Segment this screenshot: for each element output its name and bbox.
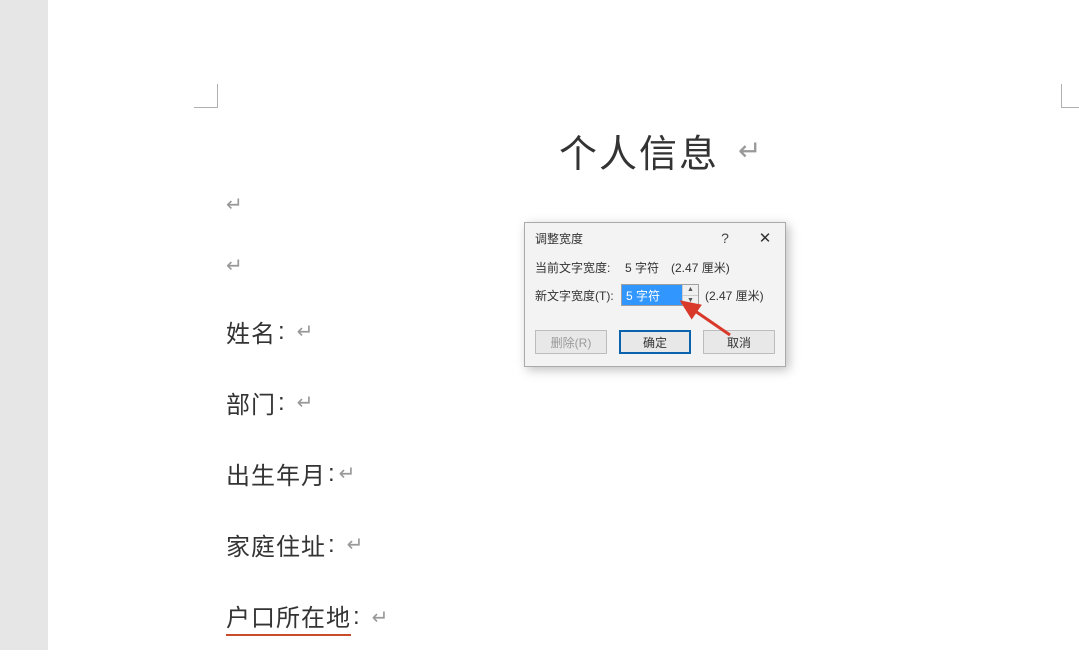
close-icon[interactable]: ✕	[745, 229, 785, 247]
new-width-cm: (2.47 厘米)	[705, 287, 764, 304]
new-width-input[interactable]	[622, 285, 682, 305]
field-label: 家庭住址	[226, 527, 326, 562]
field-line[interactable]: 出生年月:↵	[226, 456, 388, 491]
return-mark-icon: ↵	[297, 390, 314, 415]
return-mark-icon: ↵	[372, 605, 389, 630]
dialog-titlebar[interactable]: 调整宽度 ? ✕	[525, 223, 785, 253]
colon: :	[353, 603, 360, 631]
return-mark-icon: ↵	[297, 319, 314, 344]
help-icon[interactable]: ?	[705, 230, 745, 246]
return-mark-icon: ↵	[339, 461, 356, 486]
colon: :	[328, 531, 335, 559]
dialog-title: 调整宽度	[535, 230, 705, 247]
field-label-underlined: 户口所在地	[226, 598, 351, 636]
page-corner-mark-right	[1061, 84, 1079, 108]
empty-line: ↵	[226, 192, 388, 217]
new-width-label: 新文字宽度(T):	[535, 287, 619, 304]
current-width-row: 当前文字宽度: 5 字符 (2.47 厘米)	[535, 259, 775, 276]
return-mark-icon: ↵	[347, 532, 364, 557]
field-line[interactable]: 户口所在地: ↵	[226, 598, 388, 636]
dialog-buttons: 删除(R) 确定 取消	[525, 326, 785, 366]
colon: :	[328, 460, 335, 488]
return-mark-icon: ↵	[226, 192, 243, 217]
field-label: 部门	[226, 385, 276, 420]
dialog-body: 当前文字宽度: 5 字符 (2.47 厘米) 新文字宽度(T): ▲ ▼ (2.…	[525, 253, 785, 326]
delete-button: 删除(R)	[535, 330, 607, 354]
page-title: 个人信息	[559, 123, 719, 178]
left-margin-strip	[0, 0, 48, 650]
return-mark-icon: ↵	[738, 134, 761, 167]
colon: :	[278, 389, 285, 417]
return-mark-icon: ↵	[226, 253, 243, 278]
field-line[interactable]: 姓名: ↵	[226, 314, 388, 349]
field-label: 出生年月	[226, 456, 326, 491]
document-content: ↵ ↵ 姓名: ↵ 部门: ↵ 出生年月:↵ 家庭住址: ↵ 户口所在地: ↵	[226, 192, 388, 672]
field-line[interactable]: 部门: ↵	[226, 385, 388, 420]
field-line[interactable]: 家庭住址: ↵	[226, 527, 388, 562]
colon: :	[278, 318, 285, 346]
field-label: 姓名	[226, 314, 276, 349]
new-width-row: 新文字宽度(T): ▲ ▼ (2.47 厘米)	[535, 284, 775, 306]
current-width-value: 5 字符	[625, 259, 659, 276]
spinner-down-icon[interactable]: ▼	[683, 296, 698, 306]
page-corner-mark-left	[194, 84, 218, 108]
current-width-label: 当前文字宽度:	[535, 259, 619, 276]
adjust-width-dialog: 调整宽度 ? ✕ 当前文字宽度: 5 字符 (2.47 厘米) 新文字宽度(T)…	[524, 222, 786, 367]
empty-line: ↵	[226, 253, 388, 278]
cancel-button[interactable]: 取消	[703, 330, 775, 354]
ok-button[interactable]: 确定	[619, 330, 691, 354]
spinner-up-icon[interactable]: ▲	[683, 285, 698, 296]
current-width-cm: (2.47 厘米)	[671, 259, 730, 276]
new-width-spinner[interactable]: ▲ ▼	[621, 284, 699, 306]
spinner-arrows: ▲ ▼	[682, 285, 698, 305]
